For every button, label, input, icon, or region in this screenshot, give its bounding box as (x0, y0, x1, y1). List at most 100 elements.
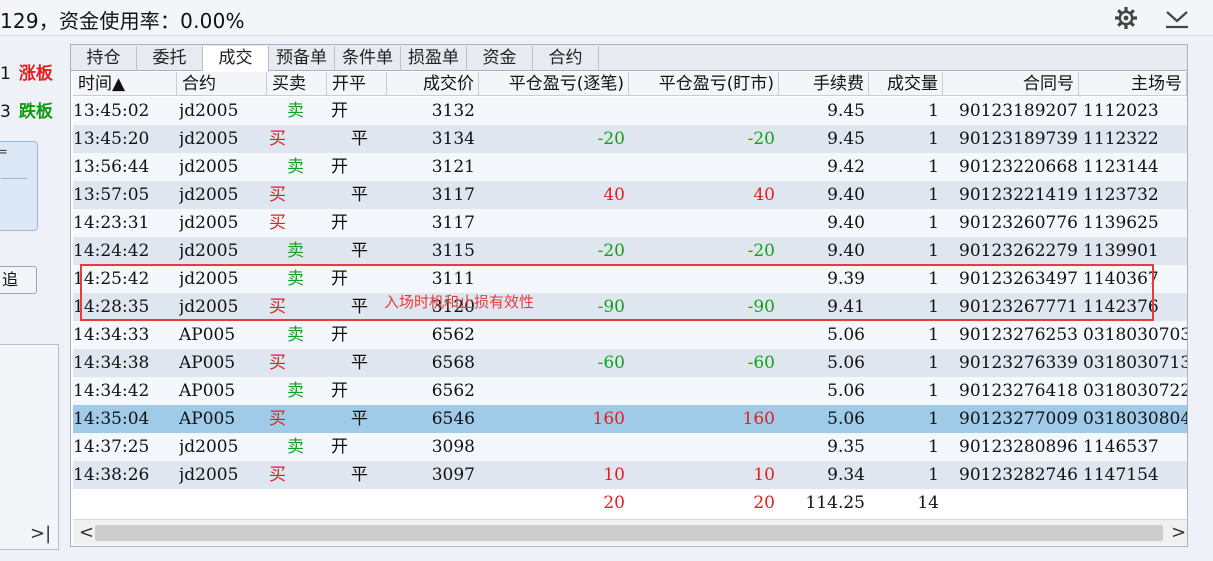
totals-row: 20 20 114.25 14 (73, 489, 1187, 517)
fee-cell: 9.40 (827, 185, 865, 205)
fee-cell: 9.40 (827, 213, 865, 233)
col-exchange-no-header[interactable]: 主场号 (1079, 72, 1187, 96)
side-cell: 买 (269, 213, 286, 233)
annotation-note: 入场时机和止损有效性 (384, 293, 535, 311)
time-cell: 14:37:25 (73, 437, 150, 457)
qty-cell: 1 (928, 241, 939, 261)
col-order-no-header[interactable]: 合同号 (943, 72, 1079, 96)
order-no-cell: 90123189739 (959, 129, 1078, 149)
price-cell: 6546 (431, 409, 475, 429)
pnl-mark-cell: -60 (747, 353, 775, 373)
col-side-header[interactable]: 买卖 (267, 72, 327, 96)
offset-cell: 平 (351, 129, 368, 149)
table-row[interactable]: 13:57:05 jd2005 买 平 3117 40 40 9.40 1 90123221419… (73, 181, 1187, 209)
chase-button[interactable]: 追 (0, 266, 37, 294)
col-qty-header[interactable]: 成交量 (869, 72, 943, 96)
limit-down-row[interactable]: 3 跌板 (0, 97, 53, 122)
side-cell: 买 (269, 353, 286, 373)
time-cell: 13:56:44 (73, 157, 150, 177)
qty-cell: 1 (928, 325, 939, 345)
order-card[interactable]: = (0, 141, 38, 231)
table-row[interactable]: 14:34:33 AP005 卖 开 6562 5.06 1 90123276253 03180… (73, 321, 1187, 349)
tab-positions[interactable]: 持仓 (71, 46, 137, 71)
fee-cell: 9.34 (827, 465, 865, 485)
contract-cell: AP005 (179, 381, 236, 401)
col-time-header[interactable]: 时间▲ (73, 72, 177, 96)
time-cell: 14:24:42 (73, 241, 150, 261)
skip-next-icon[interactable]: >| (30, 523, 51, 544)
price-cell: 6562 (431, 325, 475, 345)
qty-cell: 1 (928, 437, 939, 457)
exchange-no-cell: 1123144 (1083, 157, 1159, 177)
fee-cell: 9.40 (827, 241, 865, 261)
fee-cell: 9.45 (827, 129, 865, 149)
exchange-no-cell: 03180308048 (1083, 409, 1187, 429)
qty-cell: 1 (928, 157, 939, 177)
qty-cell: 1 (928, 129, 939, 149)
col-offset-header[interactable]: 开平 (327, 72, 387, 96)
tab-orders[interactable]: 委托 (137, 46, 203, 71)
tab-prepared-orders[interactable]: 预备单 (269, 46, 335, 71)
tab-conditional-orders[interactable]: 条件单 (335, 46, 401, 71)
gear-icon[interactable] (1112, 5, 1140, 31)
side-cell: 卖 (287, 325, 304, 345)
offset-cell: 开 (331, 101, 348, 121)
col-pnl-trade-header[interactable]: 平仓盈亏(逐笔) (479, 72, 629, 96)
pnl-trade-cell: -20 (597, 129, 625, 149)
table-row[interactable]: 14:35:04 AP005 买 平 6546 160 160 5.06 1 9012327700… (73, 405, 1187, 433)
table-row[interactable]: 14:23:31 jd2005 买 开 3117 9.40 1 90123260776 1139… (73, 209, 1187, 237)
price-cell: 6568 (431, 353, 475, 373)
table-header: 时间▲ 合约 买卖 开平 成交价 平仓盈亏(逐笔) 平仓盈亏(盯市) 手续费 成交量 合同号 主场号 (73, 72, 1187, 96)
total-pnl-trade: 20 (603, 493, 625, 513)
contract-cell: jd2005 (179, 437, 239, 457)
col-fee-header[interactable]: 手续费 (779, 72, 869, 96)
price-cell: 3098 (431, 437, 475, 457)
pnl-mark-cell (629, 153, 775, 181)
col-pnl-mark-header[interactable]: 平仓盈亏(盯市) (629, 72, 779, 96)
table-row[interactable]: 14:37:25 jd2005 卖 开 3098 9.35 1 90123280896 1146… (73, 433, 1187, 461)
pnl-mark-cell: 160 (742, 409, 775, 429)
limit-up-count: 1 (0, 64, 11, 84)
contract-cell: jd2005 (179, 157, 239, 177)
offset-cell: 开 (331, 213, 348, 233)
table-row[interactable]: 13:45:20 jd2005 买 平 3134 -20 -20 9.45 1 901231897… (73, 125, 1187, 153)
horizontal-scrollbar[interactable]: < > (73, 519, 1187, 545)
tab-trades[interactable]: 成交 (203, 46, 269, 72)
price-cell: 3117 (431, 213, 475, 233)
account-status-bar: 129，资金使用率：0.00% (0, 0, 1213, 36)
scroll-right-icon[interactable]: > (1171, 522, 1186, 543)
chevron-down-icon[interactable] (1163, 6, 1191, 30)
trading-window: 129，资金使用率：0.00% 1 涨板 3 跌板 = 追 >| 持仓 委托 成… (0, 0, 1213, 561)
pnl-trade-cell (479, 97, 625, 125)
limit-up-row[interactable]: 1 涨板 (0, 59, 53, 84)
scroll-left-icon[interactable]: < (79, 522, 94, 543)
exchange-no-cell: 1147154 (1083, 465, 1159, 485)
tab-funds[interactable]: 资金 (467, 46, 533, 71)
col-contract-header[interactable]: 合约 (177, 72, 267, 96)
scroll-thumb[interactable] (95, 525, 1163, 541)
tab-contracts[interactable]: 合约 (533, 46, 599, 71)
exchange-no-cell: 03180307038 (1083, 325, 1187, 345)
account-status-text: 129，资金使用率：0.00% (0, 9, 245, 33)
tab-stop-orders[interactable]: 损盈单 (401, 46, 467, 71)
fee-cell: 9.45 (827, 101, 865, 121)
pnl-mark-cell: -20 (747, 129, 775, 149)
annotation-highlight-box (80, 264, 1154, 321)
time-cell: 14:34:33 (73, 325, 150, 345)
table-row[interactable]: 14:34:38 AP005 买 平 6568 -60 -60 5.06 1 9012327633… (73, 349, 1187, 377)
pnl-trade-cell: -60 (597, 353, 625, 373)
pnl-mark-cell (629, 321, 775, 349)
col-price-header[interactable]: 成交价 (387, 72, 479, 96)
pnl-mark-cell (629, 209, 775, 237)
time-cell: 13:45:02 (73, 101, 150, 121)
table-row[interactable]: 14:38:26 jd2005 买 平 3097 10 10 9.34 1 90123282746… (73, 461, 1187, 489)
contract-cell: jd2005 (179, 129, 239, 149)
table-row[interactable]: 13:56:44 jd2005 卖 开 3121 9.42 1 90123220668 1123… (73, 153, 1187, 181)
pnl-mark-cell (629, 433, 775, 461)
table-row[interactable]: 13:45:02 jd2005 卖 开 3132 9.45 1 90123189207 1112… (73, 97, 1187, 125)
fee-cell: 9.35 (827, 437, 865, 457)
table-row[interactable]: 14:24:42 jd2005 卖 平 3115 -20 -20 9.40 1 901232622… (73, 237, 1187, 265)
table-row[interactable]: 14:34:42 AP005 卖 开 6562 5.06 1 90123276418 03180… (73, 377, 1187, 405)
pnl-trade-cell (479, 153, 625, 181)
contract-cell: jd2005 (179, 185, 239, 205)
